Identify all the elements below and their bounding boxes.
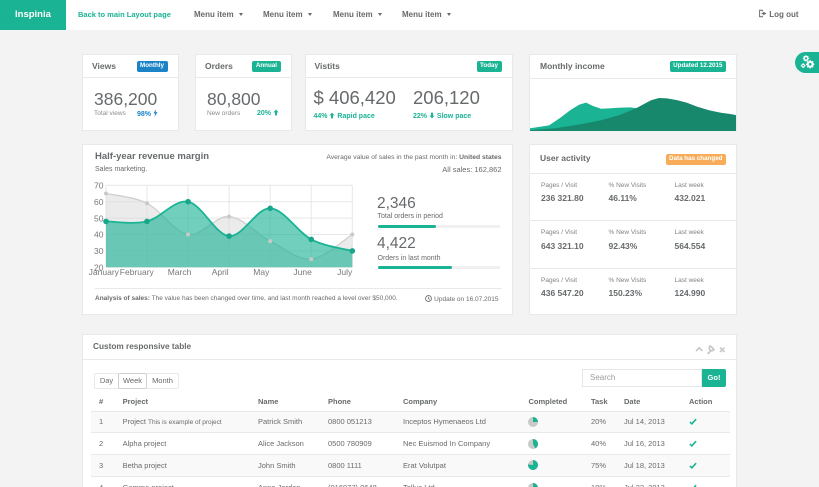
svg-text:January: January [89, 267, 120, 277]
svg-text:February: February [120, 267, 155, 277]
svg-text:40: 40 [94, 230, 104, 240]
svg-text:July: July [337, 267, 353, 277]
svg-text:June: June [293, 267, 312, 277]
svg-text:30: 30 [94, 246, 104, 256]
svg-text:May: May [253, 267, 270, 277]
svg-text:April: April [212, 267, 229, 277]
svg-text:70: 70 [94, 181, 104, 191]
svg-text:60: 60 [94, 197, 104, 207]
svg-text:50: 50 [94, 213, 104, 223]
svg-text:March: March [168, 267, 192, 277]
